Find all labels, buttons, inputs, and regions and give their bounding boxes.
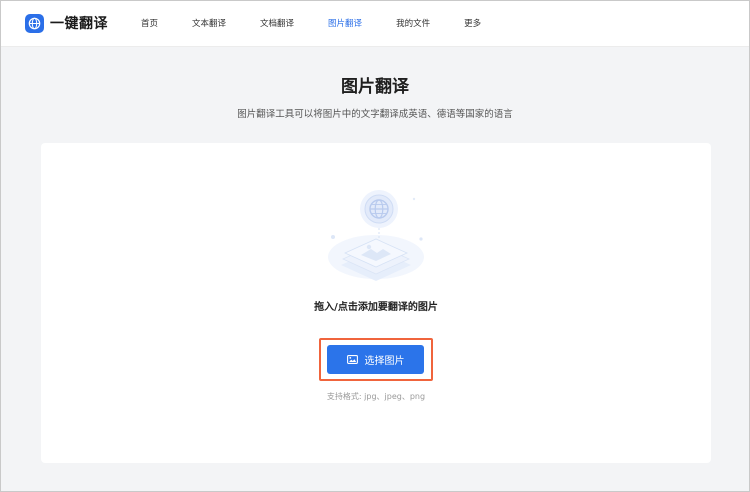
drop-instruction: 拖入/点击添加要翻译的图片 bbox=[314, 302, 438, 313]
nav-item-text-translate[interactable]: 文本翻译 bbox=[192, 1, 226, 47]
top-nav-bar: 一键翻译 首页 文本翻译 文档翻译 图片翻译 我的文件 更多 bbox=[1, 1, 749, 47]
nav-item-more[interactable]: 更多 bbox=[464, 1, 481, 47]
nav-item-document-translate[interactable]: 文档翻译 bbox=[260, 1, 294, 47]
page-subtitle: 图片翻译工具可以将图片中的文字翻译成英语、德语等国家的语言 bbox=[237, 109, 513, 120]
globe-logo-icon bbox=[25, 13, 44, 33]
nav-item-home[interactable]: 首页 bbox=[141, 1, 158, 47]
upload-dropzone[interactable]: 拖入/点击添加要翻译的图片 选择图片 支持格式: jpg、jpeg、png bbox=[41, 143, 711, 463]
supported-formats: 支持格式: jpg、jpeg、png bbox=[326, 392, 426, 401]
upload-illustration-icon bbox=[321, 179, 431, 293]
page-title: 图片翻译 bbox=[341, 77, 409, 97]
brand-name: 一键翻译 bbox=[50, 16, 108, 32]
select-image-label: 选择图片 bbox=[364, 356, 405, 367]
brand-logo[interactable]: 一键翻译 bbox=[25, 13, 108, 33]
main-nav: 首页 文本翻译 文档翻译 图片翻译 我的文件 更多 bbox=[141, 1, 515, 47]
nav-item-image-translate[interactable]: 图片翻译 bbox=[328, 1, 362, 47]
select-image-button[interactable]: 选择图片 bbox=[327, 345, 424, 374]
nav-item-my-files[interactable]: 我的文件 bbox=[396, 1, 430, 47]
image-icon bbox=[346, 355, 358, 364]
